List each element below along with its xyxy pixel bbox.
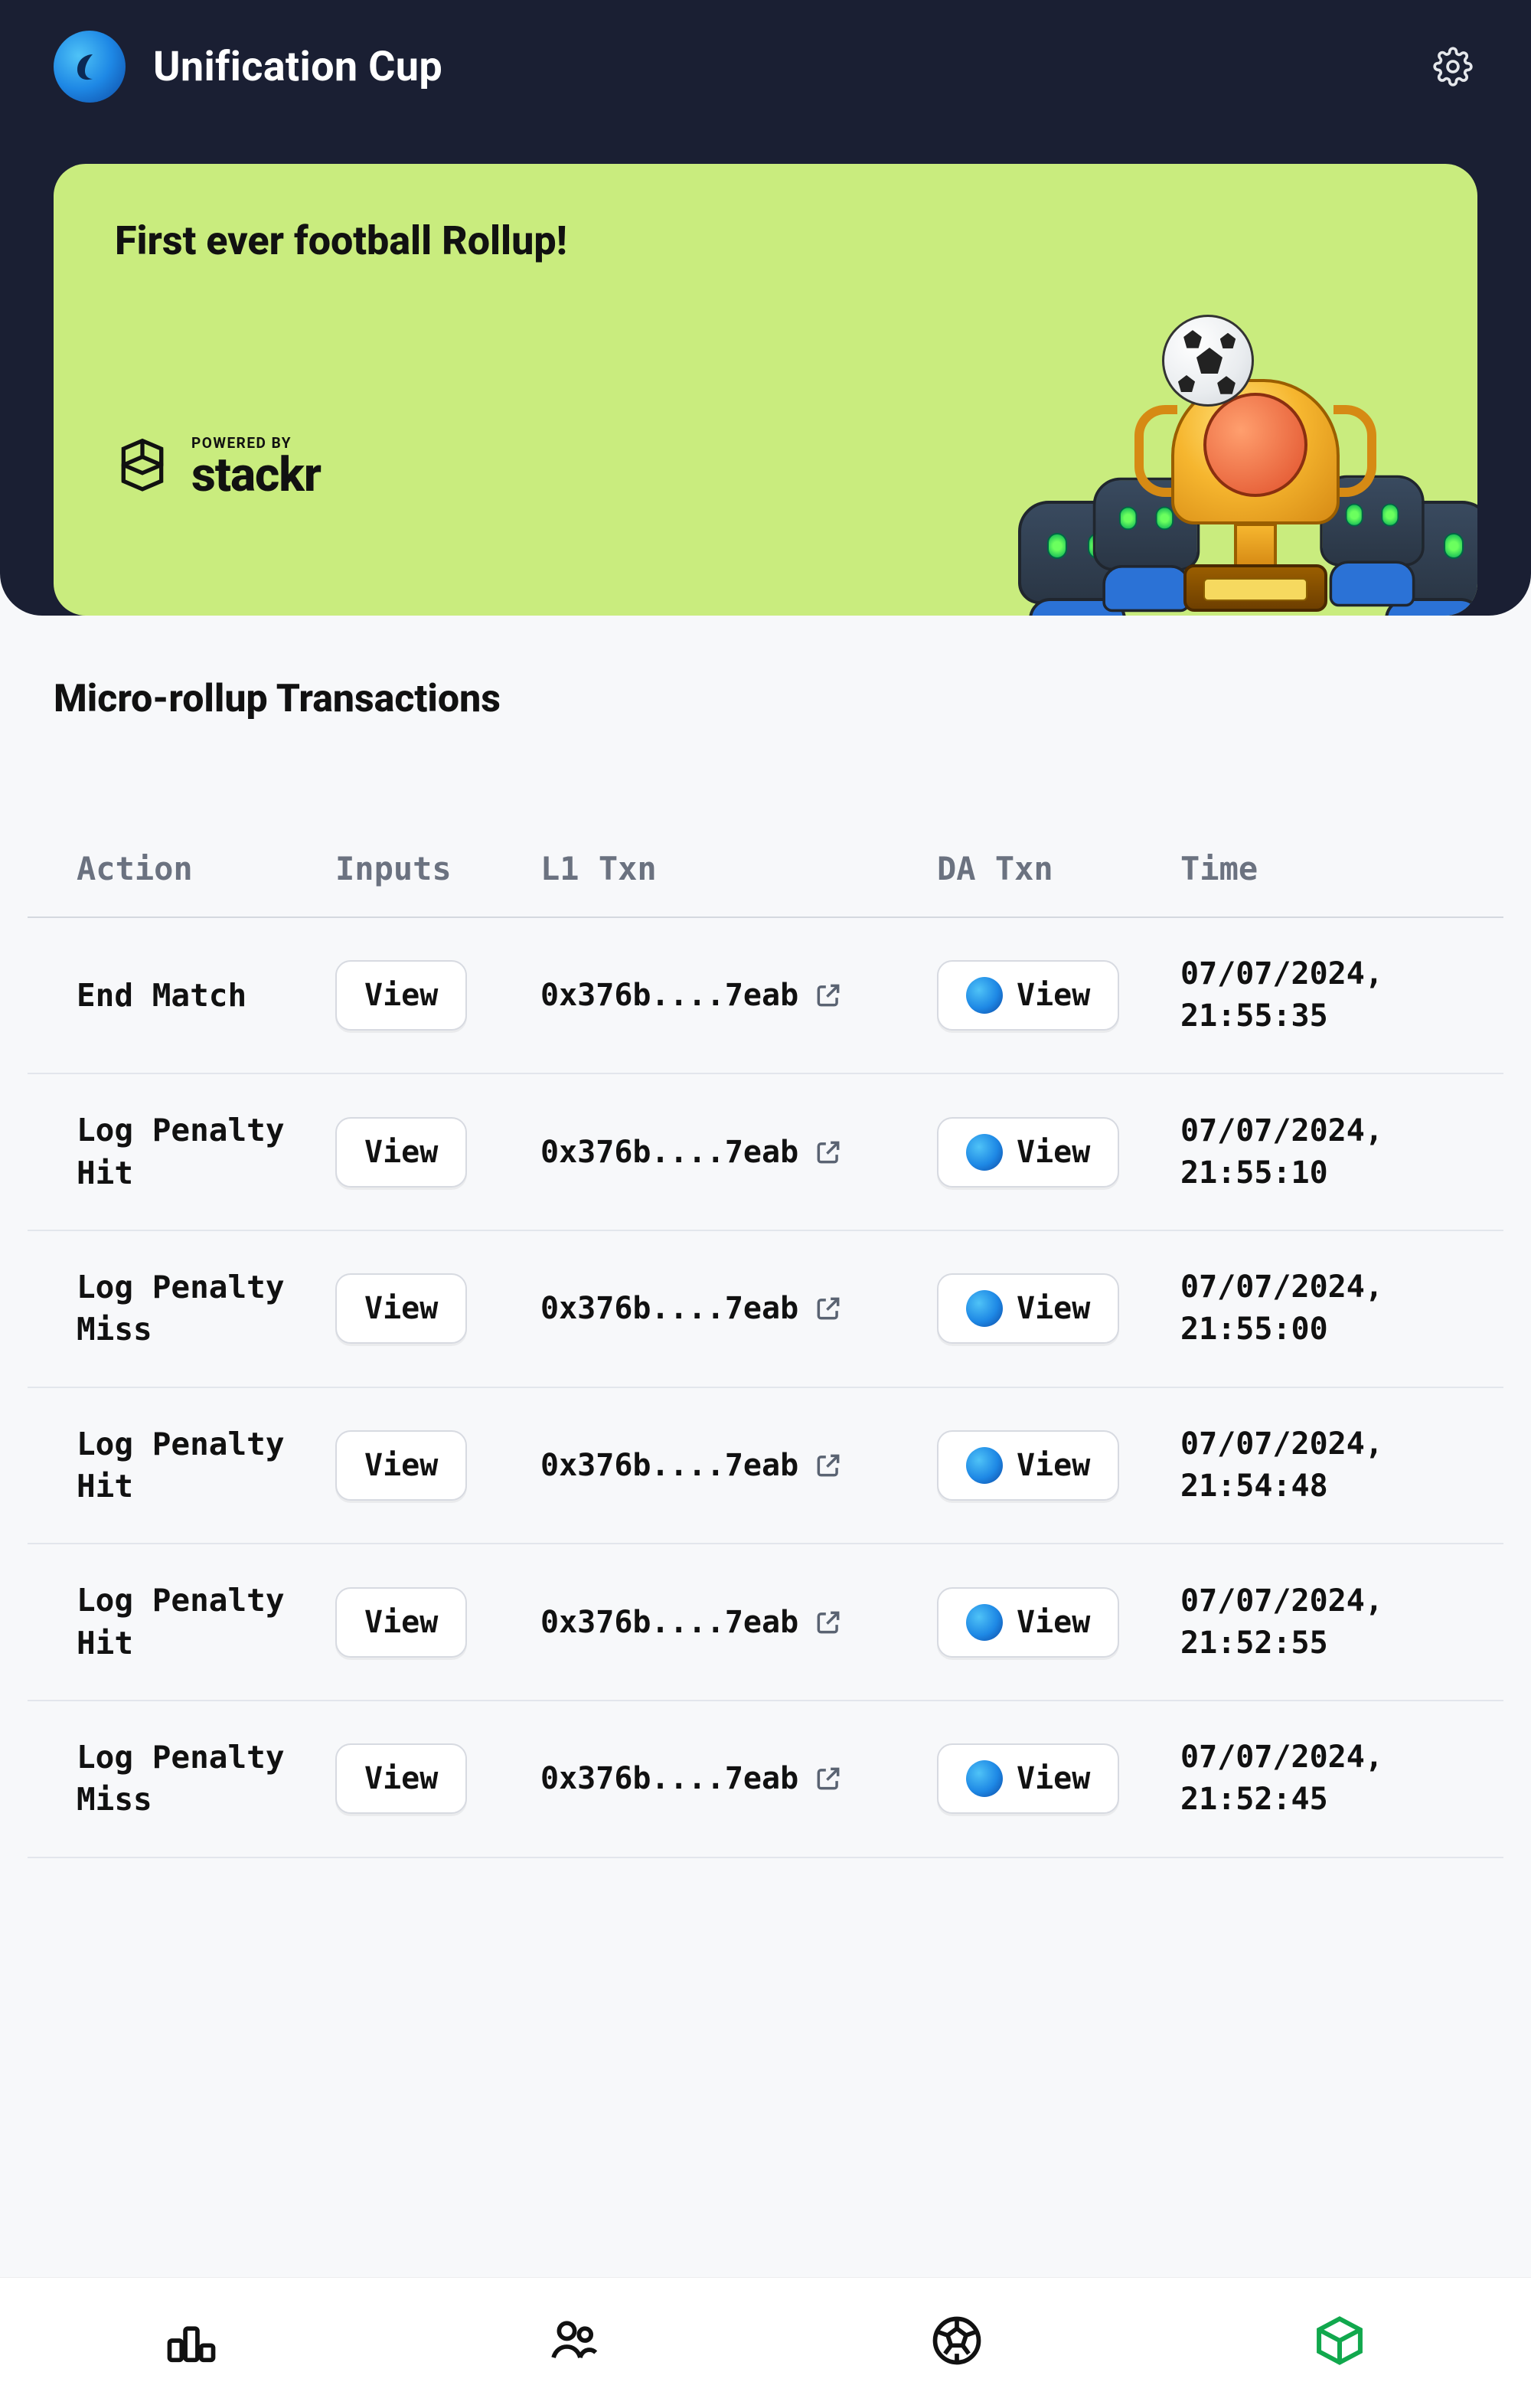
cube-icon: [1311, 2312, 1369, 2370]
table-row: End Match View 0x376b....7eab View 07/07…: [28, 918, 1503, 1074]
nav-teams[interactable]: [539, 2305, 609, 2376]
cell-action: Log Penalty Hit: [77, 1109, 329, 1194]
banner-illustration: [1018, 321, 1477, 616]
cell-da-txn: View: [937, 1273, 1174, 1344]
cell-da-txn: View: [937, 1743, 1174, 1814]
external-link-icon: [814, 1608, 843, 1637]
view-da-button[interactable]: View: [937, 1743, 1119, 1814]
table-row: Log Penalty Hit View 0x376b....7eab View…: [28, 1544, 1503, 1701]
stackr-logo-icon: [115, 433, 170, 500]
app-logo-icon: [54, 31, 126, 103]
l1-hash: 0x376b....7eab: [540, 1291, 798, 1326]
view-inputs-button[interactable]: View: [335, 1117, 467, 1188]
view-inputs-button[interactable]: View: [335, 1273, 467, 1344]
soccer-ball-icon: [1162, 315, 1254, 407]
cell-action: Log Penalty Miss: [77, 1266, 329, 1351]
cell-inputs: View: [335, 1430, 534, 1501]
cell-l1-txn[interactable]: 0x376b....7eab: [540, 1605, 931, 1640]
l1-hash: 0x376b....7eab: [540, 1448, 798, 1483]
view-inputs-button[interactable]: View: [335, 1430, 467, 1501]
cell-da-txn: View: [937, 1430, 1174, 1501]
cell-action: Log Penalty Hit: [77, 1423, 329, 1508]
view-da-button[interactable]: View: [937, 1587, 1119, 1658]
cell-da-txn: View: [937, 960, 1174, 1031]
cell-time: 07/07/2024, 21:55:00: [1180, 1266, 1454, 1351]
cell-inputs: View: [335, 1587, 534, 1658]
external-link-icon: [814, 1764, 843, 1793]
l1-hash: 0x376b....7eab: [540, 978, 798, 1013]
view-da-button[interactable]: View: [937, 1273, 1119, 1344]
cell-time: 07/07/2024, 21:55:35: [1180, 953, 1454, 1037]
external-link-icon: [814, 1294, 843, 1323]
cell-l1-txn[interactable]: 0x376b....7eab: [540, 978, 931, 1013]
cell-time: 07/07/2024, 21:52:55: [1180, 1580, 1454, 1665]
cell-action: Log Penalty Hit: [77, 1580, 329, 1665]
table-row: Log Penalty Hit View 0x376b....7eab View…: [28, 1074, 1503, 1231]
cell-l1-txn[interactable]: 0x376b....7eab: [540, 1761, 931, 1796]
da-logo-icon: [966, 1447, 1003, 1484]
col-da: DA Txn: [937, 850, 1174, 887]
l1-hash: 0x376b....7eab: [540, 1605, 798, 1640]
da-logo-icon: [966, 1760, 1003, 1797]
da-logo-icon: [966, 977, 1003, 1014]
cell-inputs: View: [335, 960, 534, 1031]
bottom-nav: [0, 2277, 1531, 2408]
cell-l1-txn[interactable]: 0x376b....7eab: [540, 1448, 931, 1483]
nav-leaderboard[interactable]: [156, 2305, 227, 2376]
view-inputs-button[interactable]: View: [335, 1743, 467, 1814]
section-title: Micro-rollup Transactions: [54, 677, 1477, 721]
soccer-ball-icon: [928, 2312, 986, 2370]
cell-l1-txn[interactable]: 0x376b....7eab: [540, 1291, 931, 1326]
l1-hash: 0x376b....7eab: [540, 1135, 798, 1170]
cell-time: 07/07/2024, 21:55:10: [1180, 1110, 1454, 1194]
da-logo-icon: [966, 1290, 1003, 1327]
nav-blocks[interactable]: [1304, 2305, 1375, 2376]
view-da-button[interactable]: View: [937, 960, 1119, 1031]
table-header-row: Action Inputs L1 Txn DA Txn Time: [28, 821, 1503, 918]
col-l1: L1 Txn: [540, 850, 931, 887]
gear-icon: [1433, 47, 1473, 87]
settings-button[interactable]: [1428, 42, 1477, 91]
cell-inputs: View: [335, 1117, 534, 1188]
promo-banner: First ever football Rollup! POWERED BY s…: [54, 164, 1477, 616]
da-logo-icon: [966, 1604, 1003, 1641]
view-inputs-button[interactable]: View: [335, 960, 467, 1031]
cell-l1-txn[interactable]: 0x376b....7eab: [540, 1135, 931, 1170]
cell-time: 07/07/2024, 21:54:48: [1180, 1423, 1454, 1508]
l1-hash: 0x376b....7eab: [540, 1761, 798, 1796]
col-action: Action: [77, 850, 329, 887]
hero-section: Unification Cup First ever football Roll…: [0, 0, 1531, 616]
external-link-icon: [814, 1138, 843, 1167]
col-time: Time: [1180, 850, 1454, 887]
cell-inputs: View: [335, 1273, 534, 1344]
external-link-icon: [814, 981, 843, 1010]
table-row: Log Penalty Miss View 0x376b....7eab Vie…: [28, 1701, 1503, 1858]
cell-action: Log Penalty Miss: [77, 1737, 329, 1822]
col-inputs: Inputs: [335, 850, 534, 887]
external-link-icon: [814, 1451, 843, 1480]
page-title: Unification Cup: [153, 43, 442, 91]
nav-matches[interactable]: [922, 2305, 992, 2376]
table-row: Log Penalty Miss View 0x376b....7eab Vie…: [28, 1231, 1503, 1388]
cell-da-txn: View: [937, 1117, 1174, 1188]
cell-action: End Match: [77, 975, 329, 1017]
transactions-table: Action Inputs L1 Txn DA Txn Time End Mat…: [28, 821, 1503, 1858]
da-logo-icon: [966, 1134, 1003, 1171]
leaderboard-icon: [162, 2312, 220, 2370]
powered-by-brand: stackr: [191, 452, 321, 499]
cell-da-txn: View: [937, 1587, 1174, 1658]
cell-inputs: View: [335, 1743, 534, 1814]
cell-time: 07/07/2024, 21:52:45: [1180, 1737, 1454, 1821]
view-inputs-button[interactable]: View: [335, 1587, 467, 1658]
banner-headline: First ever football Rollup!: [115, 217, 1431, 264]
view-da-button[interactable]: View: [937, 1430, 1119, 1501]
users-icon: [545, 2312, 603, 2370]
table-row: Log Penalty Hit View 0x376b....7eab View…: [28, 1388, 1503, 1545]
view-da-button[interactable]: View: [937, 1117, 1119, 1188]
